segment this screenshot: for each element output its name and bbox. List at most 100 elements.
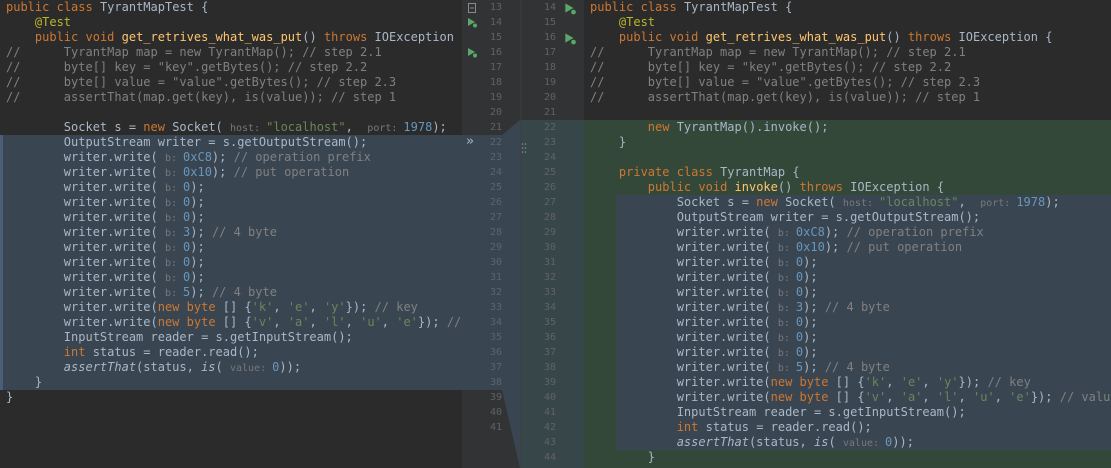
right-code-line[interactable]: OutputStream writer = s.getOutputStream(…	[590, 210, 980, 225]
line-number: 37	[489, 362, 502, 373]
line-number: 43	[543, 437, 556, 448]
right-code-line[interactable]: writer.write(new byte [] {'v', 'a', 'l',…	[590, 390, 1111, 405]
right-code-line[interactable]: @Test	[590, 15, 655, 30]
left-code-line[interactable]: public void get_retrives_what_was_put() …	[6, 30, 462, 45]
right-code-line[interactable]: new TyrantMap().invoke();	[590, 120, 829, 135]
right-code-line[interactable]: writer.write( b: 3); // 4 byte	[590, 300, 890, 315]
left-code-line[interactable]: writer.write( b: 0);	[6, 270, 205, 285]
left-code-line[interactable]: writer.write( b: 0);	[6, 195, 205, 210]
left-code-line[interactable]: Socket s = new Socket( host: "localhost"…	[6, 120, 447, 135]
right-code-line[interactable]: writer.write( b: 0);	[590, 315, 818, 330]
left-code-line[interactable]: OutputStream writer = s.getOutputStream(…	[6, 135, 367, 150]
line-number: 29	[489, 242, 502, 253]
line-number: 30	[543, 242, 556, 253]
inserted-block-tail	[584, 450, 1111, 468]
left-code-line[interactable]: writer.write( b: 3); // 4 byte	[6, 225, 277, 240]
line-number: 23	[489, 152, 502, 163]
line-number: 36	[543, 332, 556, 343]
right-code-line[interactable]: writer.write( b: 0x10); // put operation	[590, 240, 962, 255]
line-number: 21	[489, 122, 502, 133]
right-code-line[interactable]: writer.write( b: 0);	[590, 330, 818, 345]
right-code-line[interactable]: writer.write( b: 0);	[590, 285, 818, 300]
line-number: 16	[543, 32, 556, 43]
right-code-line[interactable]: assertThat(status, is( value: 0));	[590, 435, 914, 450]
right-code-line[interactable]: InputStream reader = s.getInputStream();	[590, 405, 966, 420]
line-number: 34	[543, 302, 556, 313]
line-number: 19	[543, 77, 556, 88]
run-test-icon[interactable]	[466, 16, 478, 28]
left-code-line[interactable]: writer.write( b: 0x10); // put operation	[6, 165, 349, 180]
left-code-line[interactable]: public class TyrantMapTest {	[6, 0, 208, 15]
left-code-line[interactable]: // assertThat(map.get(key), is(value)); …	[6, 90, 396, 105]
left-code-line[interactable]: // byte[] key = "key".getBytes(); // ste…	[6, 60, 367, 75]
right-code-line[interactable]: public void invoke() throws IOException …	[590, 180, 944, 195]
line-number: 26	[543, 182, 556, 193]
right-code-line[interactable]: writer.write( b: 0);	[590, 255, 818, 270]
right-code-line[interactable]: writer.write( b: 0xC8); // operation pre…	[590, 225, 984, 240]
left-code-line[interactable]: @Test	[6, 15, 71, 30]
line-number: 31	[543, 257, 556, 268]
line-number: 16	[489, 47, 502, 58]
right-code-line[interactable]: public class TyrantMapTest {	[590, 0, 792, 15]
left-code-line[interactable]: writer.write( b: 0);	[6, 180, 205, 195]
line-number: 30	[489, 257, 502, 268]
left-code-line[interactable]: writer.write( b: 0xC8); // operation pre…	[6, 150, 371, 165]
left-code-line[interactable]: writer.write( b: 5); // 4 byte	[6, 285, 277, 300]
right-code-line[interactable]: }	[590, 135, 626, 150]
right-code-line[interactable]: writer.write(new byte [] {'k', 'e', 'y'}…	[590, 375, 1031, 390]
left-code-line[interactable]: writer.write( b: 0);	[6, 255, 205, 270]
right-code-line[interactable]: writer.write( b: 5); // 4 byte	[590, 360, 890, 375]
line-number: 34	[489, 317, 502, 328]
line-number: 35	[543, 317, 556, 328]
line-number: 37	[543, 347, 556, 358]
line-number: 22	[543, 122, 556, 133]
left-code-line[interactable]: writer.write(new byte [] {'k', 'e', 'y'}…	[6, 300, 418, 315]
line-number: 26	[489, 197, 502, 208]
fold-icon[interactable]	[466, 2, 478, 14]
line-number: 21	[543, 107, 556, 118]
run-test-icon[interactable]	[563, 1, 577, 15]
line-number: 15	[543, 17, 556, 28]
left-code-line[interactable]: // TyrantMap map = new TyrantMap(); // s…	[6, 45, 382, 60]
line-number: 22	[489, 137, 502, 148]
right-code-line[interactable]: public void get_retrives_what_was_put() …	[590, 30, 1053, 45]
right-code-line[interactable]: // TyrantMap map = new TyrantMap(); // s…	[590, 45, 966, 60]
run-method-icon[interactable]	[563, 31, 577, 45]
line-number: 24	[543, 152, 556, 163]
right-code-line[interactable]: Socket s = new Socket( host: "localhost"…	[590, 195, 1060, 210]
right-code-line[interactable]: writer.write( b: 0);	[590, 270, 818, 285]
line-number: 38	[543, 362, 556, 373]
right-editor-pane[interactable]: public class TyrantMapTest { @Test publi…	[584, 0, 1111, 468]
line-number: 33	[543, 287, 556, 298]
fold-method-icon[interactable]	[466, 46, 478, 58]
right-code-line[interactable]: int status = reader.read();	[590, 420, 872, 435]
left-editor-pane[interactable]: public class TyrantMapTest { @Test publi…	[0, 0, 462, 468]
line-number: 17	[489, 62, 502, 73]
line-number: 13	[489, 2, 502, 13]
line-number: 28	[489, 227, 502, 238]
left-code-line[interactable]: }	[6, 390, 13, 405]
left-code-line[interactable]: writer.write( b: 0);	[6, 210, 205, 225]
drag-handle-icon[interactable]	[521, 142, 527, 154]
left-code-line[interactable]: writer.write( b: 0);	[6, 240, 205, 255]
apply-change-arrow-icon[interactable]: »	[466, 135, 474, 148]
line-number: 42	[543, 422, 556, 433]
left-code-line[interactable]: }	[6, 375, 42, 390]
line-number: 25	[543, 167, 556, 178]
changed-block-edge	[0, 135, 3, 390]
left-code-line[interactable]: // byte[] value = "value".getBytes(); //…	[6, 75, 396, 90]
left-code-line[interactable]: InputStream reader = s.getInputStream();	[6, 330, 353, 345]
left-code-line[interactable]: writer.write(new byte [] {'v', 'a', 'l',…	[6, 315, 462, 330]
line-number: 29	[543, 227, 556, 238]
right-code-line[interactable]: // byte[] key = "key".getBytes(); // ste…	[590, 60, 951, 75]
right-code-line[interactable]: }	[590, 450, 655, 465]
line-number: 19	[489, 92, 502, 103]
right-code-line[interactable]: writer.write( b: 0);	[590, 345, 818, 360]
line-number: 15	[489, 32, 502, 43]
line-number: 36	[489, 347, 502, 358]
right-code-line[interactable]: private class TyrantMap {	[590, 165, 800, 180]
right-code-line[interactable]: // assertThat(map.get(key), is(value)); …	[590, 90, 980, 105]
left-code-line[interactable]: int status = reader.read();	[6, 345, 259, 360]
right-code-line[interactable]: // byte[] value = "value".getBytes(); //…	[590, 75, 980, 90]
left-code-line[interactable]: assertThat(status, is( value: 0));	[6, 360, 301, 375]
